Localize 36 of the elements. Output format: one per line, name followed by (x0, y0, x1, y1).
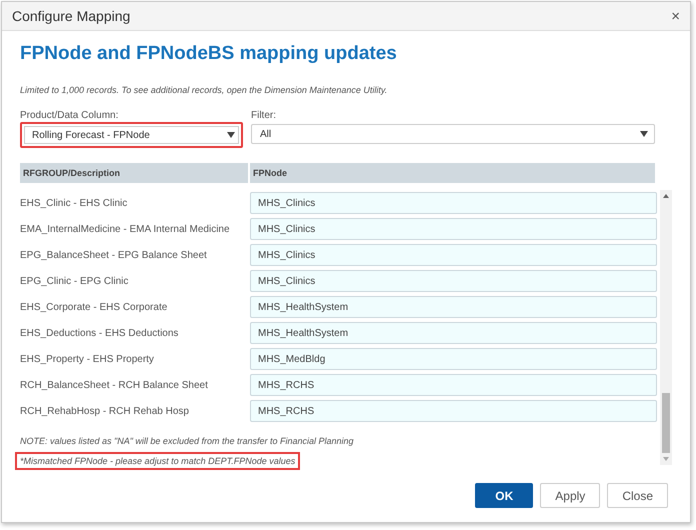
note-text: NOTE: values listed as "NA" will be excluded from the transfer to Financial Planning (19, 435, 355, 448)
row-description: EMA_InternalMedicine - EMA Internal Medicine (20, 224, 231, 234)
scrollbar[interactable] (660, 190, 672, 465)
column-header: RFGROUP/Description (20, 163, 248, 183)
caret-icon (227, 132, 235, 138)
field-label: Product/Data Column: (20, 110, 120, 121)
dialog-button[interactable]: Apply (540, 483, 600, 508)
fpnode-input[interactable]: MHS_Clinics (250, 244, 657, 266)
row-description: EHS_Deductions - EHS Deductions (20, 328, 180, 338)
row-description: RCH_RehabHosp - RCH Rehab Hosp (20, 406, 190, 416)
note-text: *Mismatched FPNode - please adjust to match DEPT.FPNode values (15, 452, 300, 470)
fpnode-input[interactable]: MHS_HealthSystem (250, 296, 657, 318)
fpnode-input[interactable]: MHS_Clinics (250, 218, 657, 240)
fpnode-input[interactable]: MHS_HealthSystem (250, 322, 657, 344)
dialog-button[interactable]: Close (607, 483, 668, 508)
info-text: Limited to 1,000 records. To see additional records, open the Dimension Maintenance Utility. (20, 85, 388, 95)
fpnode-input[interactable]: MHS_RCHS (250, 400, 657, 422)
product-column-dropdown[interactable]: Rolling Forecast - FPNode (20, 122, 243, 148)
caret-icon (640, 131, 648, 137)
column-header: FPNode (250, 163, 655, 183)
fpnode-input[interactable]: MHS_Clinics (250, 192, 657, 214)
field-label: Filter: (251, 110, 277, 121)
row-description: EPG_Clinic - EPG Clinic (20, 276, 130, 286)
row-description: EHS_Clinic - EHS Clinic (20, 198, 128, 208)
window-title: Configure Mapping (12, 8, 130, 24)
filter-dropdown[interactable]: All (251, 124, 655, 144)
row-description: EPG_BalanceSheet - EPG Balance Sheet (20, 250, 208, 260)
fpnode-input[interactable]: MHS_RCHS (250, 374, 657, 396)
dialog-heading: FPNode and FPNodeBS mapping updates (20, 43, 398, 65)
row-description: EHS_Corporate - EHS Corporate (20, 302, 168, 312)
ok-button[interactable]: OK (475, 483, 534, 508)
fpnode-input[interactable]: MHS_Clinics (250, 270, 657, 292)
row-description: EHS_Property - EHS Property (20, 354, 155, 364)
fpnode-input[interactable]: MHS_MedBldg (250, 348, 657, 370)
row-description: RCH_BalanceSheet - RCH Balance Sheet (20, 380, 209, 390)
close-button[interactable]: × (671, 8, 680, 24)
